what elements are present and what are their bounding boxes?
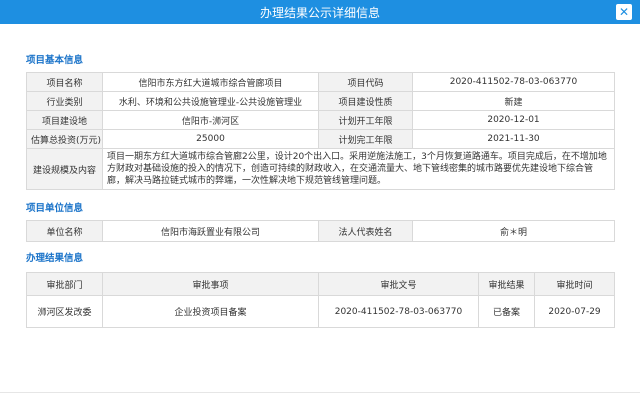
value-nature: 新建 bbox=[412, 91, 615, 111]
label-investment: 估算总投资(万元) bbox=[26, 129, 103, 149]
label-industry: 行业类别 bbox=[26, 91, 103, 111]
title-bar: 办理结果公示详细信息 ✕ bbox=[0, 0, 640, 24]
col-header-date: 审批时间 bbox=[534, 272, 615, 296]
result-table: 审批部门 审批事项 审批文号 审批结果 审批时间 浉河区发改委 企业投资项目备案… bbox=[26, 272, 615, 328]
section-unit-heading: 项目单位信息 bbox=[26, 203, 84, 214]
cell-item: 企业投资项目备案 bbox=[102, 295, 319, 328]
label-project-code: 项目代码 bbox=[318, 72, 413, 92]
label-start: 计划开工年限 bbox=[318, 110, 413, 130]
table-row: 项目建设地 信阳市-浉河区 计划开工年限 2020-12-01 bbox=[26, 110, 615, 130]
table-row: 单位名称 信阳市海跃置业有限公司 法人代表姓名 俞＊明 bbox=[26, 220, 615, 242]
label-unit-name: 单位名称 bbox=[26, 220, 103, 242]
value-scale: 项目一期东方红大道城市综合管廊2公里，设计20个出入口。采用逆施法施工，3个月恢… bbox=[102, 148, 615, 190]
unit-info-table: 单位名称 信阳市海跃置业有限公司 法人代表姓名 俞＊明 bbox=[26, 220, 615, 242]
table-row: 行业类别 水利、环境和公共设施管理业-公共设施管理业 项目建设性质 新建 bbox=[26, 91, 615, 111]
section-result-heading: 办理结果信息 bbox=[26, 253, 84, 264]
table-row: 项目名称 信阳市东方红大道城市综合管廊项目 项目代码 2020-411502-7… bbox=[26, 72, 615, 92]
label-location: 项目建设地 bbox=[26, 110, 103, 130]
value-project-code: 2020-411502-78-03-063770 bbox=[412, 72, 615, 92]
col-header-result: 审批结果 bbox=[478, 272, 535, 296]
label-finish: 计划完工年限 bbox=[318, 129, 413, 149]
value-investment: 25000 bbox=[102, 129, 319, 149]
value-project-name: 信阳市东方红大道城市综合管廊项目 bbox=[102, 72, 319, 92]
label-project-name: 项目名称 bbox=[26, 72, 103, 92]
label-nature: 项目建设性质 bbox=[318, 91, 413, 111]
cell-date: 2020-07-29 bbox=[534, 295, 615, 328]
col-header-docno: 审批文号 bbox=[318, 272, 479, 296]
close-icon[interactable]: ✕ bbox=[616, 4, 632, 20]
value-start: 2020-12-01 bbox=[412, 110, 615, 130]
label-scale: 建设规模及内容 bbox=[26, 148, 103, 190]
window-title: 办理结果公示详细信息 bbox=[259, 6, 380, 20]
value-location: 信阳市-浉河区 bbox=[102, 110, 319, 130]
cell-docno: 2020-411502-78-03-063770 bbox=[318, 295, 479, 328]
value-legal-rep: 俞＊明 bbox=[412, 220, 615, 242]
basic-info-table: 项目名称 信阳市东方红大道城市综合管廊项目 项目代码 2020-411502-7… bbox=[26, 72, 615, 190]
value-industry: 水利、环境和公共设施管理业-公共设施管理业 bbox=[102, 91, 319, 111]
label-legal-rep: 法人代表姓名 bbox=[318, 220, 413, 242]
cell-result: 已备案 bbox=[478, 295, 535, 328]
section-basic-heading: 项目基本信息 bbox=[26, 55, 84, 66]
table-row: 浉河区发改委 企业投资项目备案 2020-411502-78-03-063770… bbox=[26, 295, 615, 328]
bottom-divider bbox=[0, 392, 640, 393]
value-unit-name: 信阳市海跃置业有限公司 bbox=[102, 220, 319, 242]
col-header-dept: 审批部门 bbox=[26, 272, 103, 296]
table-row: 建设规模及内容 项目一期东方红大道城市综合管廊2公里，设计20个出入口。采用逆施… bbox=[26, 148, 615, 190]
table-row: 估算总投资(万元) 25000 计划完工年限 2021-11-30 bbox=[26, 129, 615, 149]
table-header-row: 审批部门 审批事项 审批文号 审批结果 审批时间 bbox=[26, 272, 615, 296]
value-finish: 2021-11-30 bbox=[412, 129, 615, 149]
col-header-item: 审批事项 bbox=[102, 272, 319, 296]
cell-dept: 浉河区发改委 bbox=[26, 295, 103, 328]
